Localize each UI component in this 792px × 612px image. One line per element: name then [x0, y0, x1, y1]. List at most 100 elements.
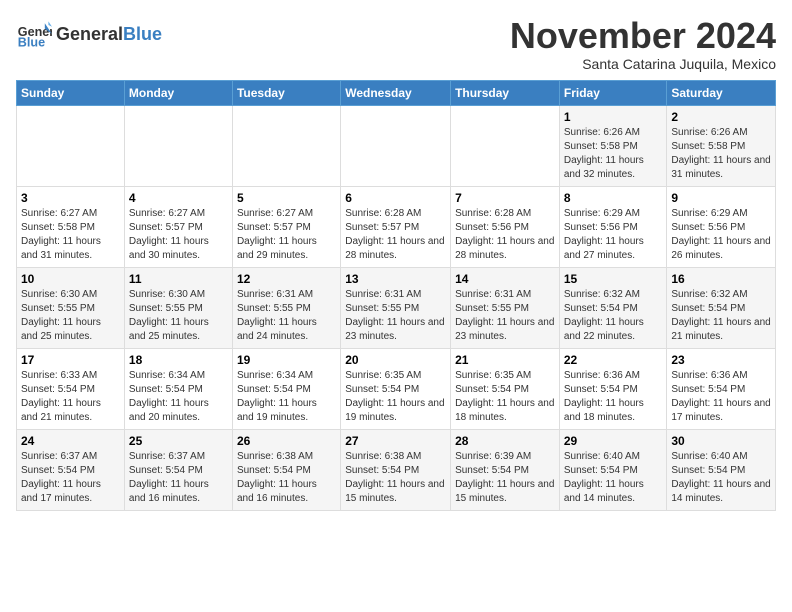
- day-info: Sunrise: 6:35 AM Sunset: 5:54 PM Dayligh…: [345, 369, 446, 425]
- day-number: 26: [237, 434, 336, 448]
- header: General Blue GeneralBlue November 2024 S…: [16, 16, 776, 72]
- day-info: Sunrise: 6:30 AM Sunset: 5:55 PM Dayligh…: [129, 288, 228, 344]
- location-subtitle: Santa Catarina Juquila, Mexico: [510, 56, 776, 72]
- day-number: 16: [671, 272, 771, 286]
- svg-text:Blue: Blue: [18, 36, 45, 50]
- day-number: 14: [455, 272, 555, 286]
- calendar-cell: 18 Sunrise: 6:34 AM Sunset: 5:54 PM Dayli…: [124, 348, 232, 429]
- calendar-week-5: 24Sunrise: 6:37 AM Sunset: 5:54 PM Dayli…: [17, 429, 776, 510]
- calendar-cell: 10 Sunrise: 6:30 AM Sunset: 5:55 PM Dayli…: [17, 267, 125, 348]
- logo: General Blue GeneralBlue: [16, 16, 162, 52]
- calendar-cell: 2Sunrise: 6:26 AM Sunset: 5:58 PM Daylig…: [667, 105, 776, 186]
- weekday-header-tuesday: Tuesday: [232, 80, 340, 105]
- calendar-week-1: 1 Sunrise: 6:26 AM Sunset: 5:58 PM Daylig…: [17, 105, 776, 186]
- day-number: 27: [345, 434, 446, 448]
- day-info: Sunrise: 6:29 AM Sunset: 5:56 PM Dayligh…: [671, 207, 771, 263]
- weekday-header-sunday: Sunday: [17, 80, 125, 105]
- day-number: 19: [237, 353, 336, 367]
- day-info: Sunrise: 6:34 AM Sunset: 5:54 PM Dayligh…: [129, 369, 228, 425]
- calendar-cell: 17Sunrise: 6:33 AM Sunset: 5:54 PM Dayli…: [17, 348, 125, 429]
- calendar-cell: 13Sunrise: 6:31 AM Sunset: 5:55 PM Dayli…: [341, 267, 451, 348]
- logo-icon: General Blue: [16, 16, 52, 52]
- day-number: 23: [671, 353, 771, 367]
- calendar-cell: 15 Sunrise: 6:32 AM Sunset: 5:54 PM Dayli…: [559, 267, 667, 348]
- day-info: Sunrise: 6:29 AM Sunset: 5:56 PM Dayligh…: [564, 207, 663, 263]
- day-info: Sunrise: 6:32 AM Sunset: 5:54 PM Dayligh…: [671, 288, 771, 344]
- calendar-cell: 20Sunrise: 6:35 AM Sunset: 5:54 PM Dayli…: [341, 348, 451, 429]
- calendar-cell: 22 Sunrise: 6:36 AM Sunset: 5:54 PM Dayli…: [559, 348, 667, 429]
- day-info: Sunrise: 6:37 AM Sunset: 5:54 PM Dayligh…: [21, 450, 120, 506]
- day-number: 13: [345, 272, 446, 286]
- day-number: 3: [21, 191, 120, 205]
- day-number: 7: [455, 191, 555, 205]
- day-info: Sunrise: 6:27 AM Sunset: 5:57 PM Dayligh…: [237, 207, 336, 263]
- weekday-header-friday: Friday: [559, 80, 667, 105]
- calendar-cell: [124, 105, 232, 186]
- calendar-cell: 24Sunrise: 6:37 AM Sunset: 5:54 PM Dayli…: [17, 429, 125, 510]
- day-info: Sunrise: 6:34 AM Sunset: 5:54 PM Dayligh…: [237, 369, 336, 425]
- calendar-cell: 6Sunrise: 6:28 AM Sunset: 5:57 PM Daylig…: [341, 186, 451, 267]
- calendar-cell: 5 Sunrise: 6:27 AM Sunset: 5:57 PM Daylig…: [232, 186, 340, 267]
- calendar-cell: [232, 105, 340, 186]
- day-number: 2: [671, 110, 771, 124]
- calendar-cell: 7Sunrise: 6:28 AM Sunset: 5:56 PM Daylig…: [451, 186, 560, 267]
- calendar-cell: 12Sunrise: 6:31 AM Sunset: 5:55 PM Dayli…: [232, 267, 340, 348]
- day-info: Sunrise: 6:38 AM Sunset: 5:54 PM Dayligh…: [345, 450, 446, 506]
- day-info: Sunrise: 6:28 AM Sunset: 5:57 PM Dayligh…: [345, 207, 446, 263]
- day-info: Sunrise: 6:36 AM Sunset: 5:54 PM Dayligh…: [671, 369, 771, 425]
- day-number: 22: [564, 353, 663, 367]
- day-number: 4: [129, 191, 228, 205]
- calendar-cell: [17, 105, 125, 186]
- calendar-week-2: 3 Sunrise: 6:27 AM Sunset: 5:58 PM Daylig…: [17, 186, 776, 267]
- day-number: 25: [129, 434, 228, 448]
- day-number: 15: [564, 272, 663, 286]
- calendar-header: SundayMondayTuesdayWednesdayThursdayFrid…: [17, 80, 776, 105]
- calendar-cell: [451, 105, 560, 186]
- day-info: Sunrise: 6:40 AM Sunset: 5:54 PM Dayligh…: [671, 450, 771, 506]
- day-number: 1: [564, 110, 663, 124]
- day-number: 5: [237, 191, 336, 205]
- logo-general: General: [56, 24, 123, 45]
- day-number: 18: [129, 353, 228, 367]
- calendar-cell: 29Sunrise: 6:40 AM Sunset: 5:54 PM Dayli…: [559, 429, 667, 510]
- day-number: 30: [671, 434, 771, 448]
- calendar-cell: 28 Sunrise: 6:39 AM Sunset: 5:54 PM Dayli…: [451, 429, 560, 510]
- calendar-cell: 14 Sunrise: 6:31 AM Sunset: 5:55 PM Dayli…: [451, 267, 560, 348]
- calendar-cell: 19 Sunrise: 6:34 AM Sunset: 5:54 PM Dayli…: [232, 348, 340, 429]
- calendar-cell: 16 Sunrise: 6:32 AM Sunset: 5:54 PM Dayli…: [667, 267, 776, 348]
- calendar-cell: 26Sunrise: 6:38 AM Sunset: 5:54 PM Dayli…: [232, 429, 340, 510]
- day-info: Sunrise: 6:32 AM Sunset: 5:54 PM Dayligh…: [564, 288, 663, 344]
- day-number: 11: [129, 272, 228, 286]
- calendar-cell: 1 Sunrise: 6:26 AM Sunset: 5:58 PM Daylig…: [559, 105, 667, 186]
- day-info: Sunrise: 6:33 AM Sunset: 5:54 PM Dayligh…: [21, 369, 120, 425]
- calendar-cell: [341, 105, 451, 186]
- day-info: Sunrise: 6:35 AM Sunset: 5:54 PM Dayligh…: [455, 369, 555, 425]
- weekday-header-saturday: Saturday: [667, 80, 776, 105]
- day-info: Sunrise: 6:30 AM Sunset: 5:55 PM Dayligh…: [21, 288, 120, 344]
- calendar-cell: 25Sunrise: 6:37 AM Sunset: 5:54 PM Dayli…: [124, 429, 232, 510]
- day-info: Sunrise: 6:27 AM Sunset: 5:58 PM Dayligh…: [21, 207, 120, 263]
- calendar-cell: 8Sunrise: 6:29 AM Sunset: 5:56 PM Daylig…: [559, 186, 667, 267]
- day-number: 10: [21, 272, 120, 286]
- day-number: 28: [455, 434, 555, 448]
- day-info: Sunrise: 6:31 AM Sunset: 5:55 PM Dayligh…: [455, 288, 555, 344]
- calendar-week-3: 10 Sunrise: 6:30 AM Sunset: 5:55 PM Dayli…: [17, 267, 776, 348]
- calendar-cell: 21Sunrise: 6:35 AM Sunset: 5:54 PM Dayli…: [451, 348, 560, 429]
- calendar-cell: 11 Sunrise: 6:30 AM Sunset: 5:55 PM Dayli…: [124, 267, 232, 348]
- day-info: Sunrise: 6:39 AM Sunset: 5:54 PM Dayligh…: [455, 450, 555, 506]
- title-area: November 2024 Santa Catarina Juquila, Me…: [510, 16, 776, 72]
- logo-blue: Blue: [123, 24, 162, 45]
- calendar-cell: 3 Sunrise: 6:27 AM Sunset: 5:58 PM Daylig…: [17, 186, 125, 267]
- calendar-cell: 30 Sunrise: 6:40 AM Sunset: 5:54 PM Dayli…: [667, 429, 776, 510]
- calendar-cell: 4Sunrise: 6:27 AM Sunset: 5:57 PM Daylig…: [124, 186, 232, 267]
- day-info: Sunrise: 6:26 AM Sunset: 5:58 PM Dayligh…: [564, 126, 663, 182]
- calendar-table: SundayMondayTuesdayWednesdayThursdayFrid…: [16, 80, 776, 511]
- day-info: Sunrise: 6:31 AM Sunset: 5:55 PM Dayligh…: [237, 288, 336, 344]
- calendar-cell: 27 Sunrise: 6:38 AM Sunset: 5:54 PM Dayli…: [341, 429, 451, 510]
- month-title: November 2024: [510, 16, 776, 56]
- day-info: Sunrise: 6:40 AM Sunset: 5:54 PM Dayligh…: [564, 450, 663, 506]
- calendar-week-4: 17Sunrise: 6:33 AM Sunset: 5:54 PM Dayli…: [17, 348, 776, 429]
- day-info: Sunrise: 6:36 AM Sunset: 5:54 PM Dayligh…: [564, 369, 663, 425]
- calendar-cell: 23 Sunrise: 6:36 AM Sunset: 5:54 PM Dayli…: [667, 348, 776, 429]
- calendar-body: 1 Sunrise: 6:26 AM Sunset: 5:58 PM Daylig…: [17, 105, 776, 510]
